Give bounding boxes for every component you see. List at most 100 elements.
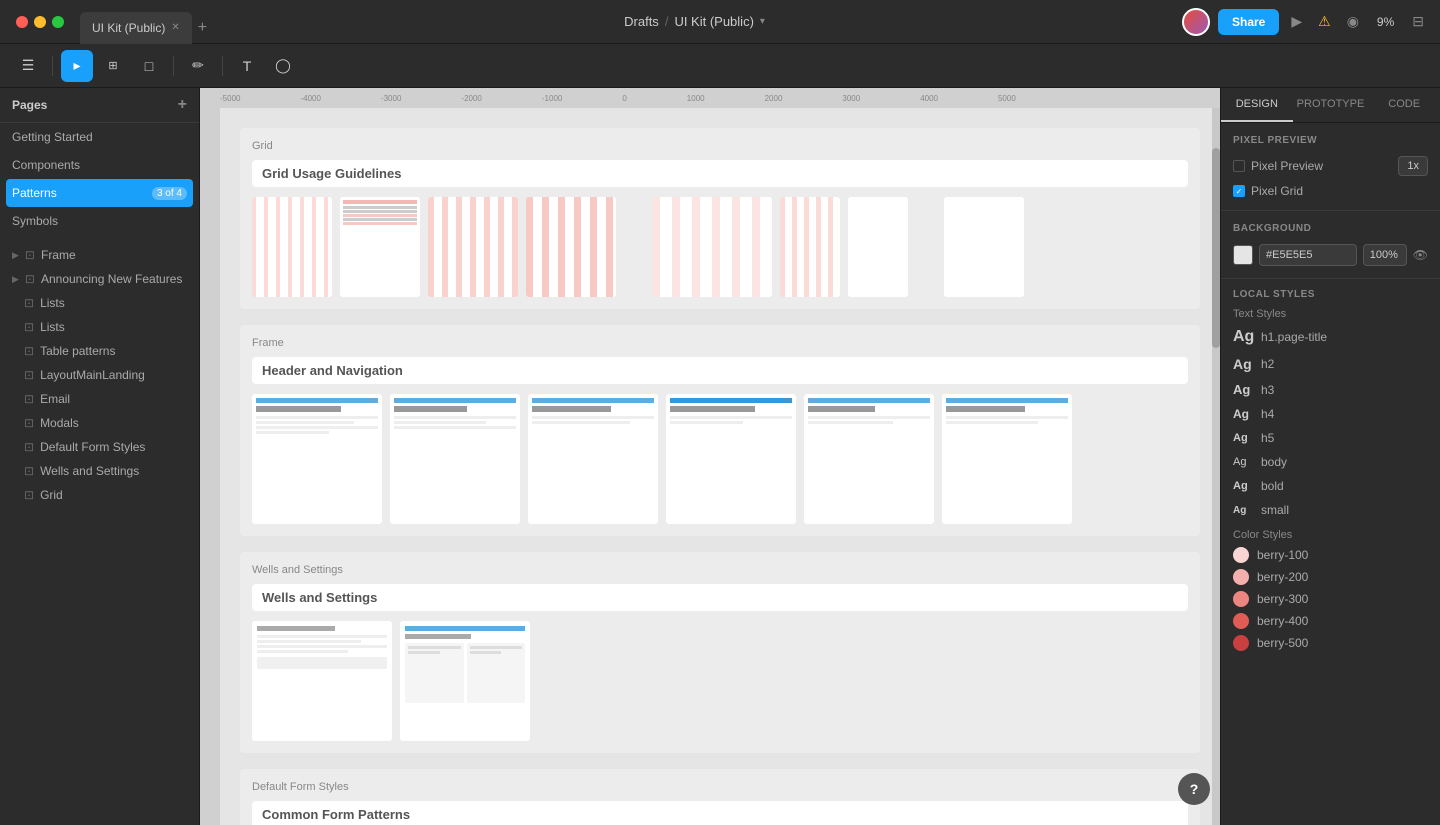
layer-item-layout[interactable]: ⊡ LayoutMainLanding — [0, 363, 199, 387]
layer-item-modals[interactable]: ⊡ Modals — [0, 411, 199, 435]
page-item-symbols[interactable]: Symbols — [0, 207, 199, 235]
new-tab-btn[interactable]: + — [198, 19, 207, 37]
color-swatch-berry-500 — [1233, 635, 1249, 651]
select-tool[interactable]: ▸ — [61, 50, 93, 82]
layers-list: ▶ ⊡ Frame ▶ ⊡ Announcing New Features ⊡ … — [0, 243, 199, 825]
breadcrumb-drafts[interactable]: Drafts — [624, 14, 659, 29]
breadcrumb-file[interactable]: UI Kit (Public) — [674, 14, 753, 29]
text-tool[interactable]: T — [231, 50, 263, 82]
text-style-sample-h1: Ag — [1233, 328, 1253, 346]
background-visibility-icon[interactable]: 👁 — [1413, 248, 1428, 262]
layer-item-forms[interactable]: ⊡ Default Form Styles — [0, 435, 199, 459]
background-color-swatch[interactable] — [1233, 245, 1253, 265]
frame-icon: ⊡ — [25, 248, 35, 262]
layer-item-wells[interactable]: ⊡ Wells and Settings — [0, 459, 199, 483]
frame-thumb-7[interactable] — [848, 197, 908, 297]
add-page-btn[interactable]: + — [178, 96, 187, 114]
layer-item-email[interactable]: ⊡ Email — [0, 387, 199, 411]
avatar[interactable] — [1182, 8, 1210, 36]
header-thumb-6[interactable] — [942, 394, 1072, 524]
grid-view-icon[interactable]: ⊟ — [1408, 9, 1428, 34]
wells-thumb-2[interactable] — [400, 621, 530, 741]
canvas-scroll-area[interactable]: grid Grid Usage Guidelines — [220, 108, 1220, 825]
page-item-components[interactable]: Components — [0, 151, 199, 179]
pen-tool[interactable]: ✏ — [182, 50, 214, 82]
layer-item-frame[interactable]: ▶ ⊡ Frame — [0, 243, 199, 267]
expand-icon-2: ▶ — [12, 274, 19, 285]
layer-label-announcing: Announcing New Features — [41, 272, 182, 286]
share-button[interactable]: Share — [1218, 9, 1279, 35]
frame-icon-4: ⊡ — [24, 320, 34, 334]
minimize-window-btn[interactable] — [34, 16, 46, 28]
text-style-h2[interactable]: Ag h2 — [1233, 354, 1428, 374]
frame-thumb-1[interactable] — [252, 197, 332, 297]
header-thumb-2[interactable] — [390, 394, 520, 524]
frame-thumb-3[interactable] — [428, 197, 518, 297]
color-style-berry-200[interactable]: berry-200 — [1233, 569, 1428, 585]
color-style-berry-400[interactable]: berry-400 — [1233, 613, 1428, 629]
frame-thumb-8[interactable] — [944, 197, 1024, 297]
canvas-area[interactable]: -5000 -4000 -3000 -2000 -1000 0 1000 200… — [200, 88, 1220, 825]
section-title-forms: Common Form Patterns — [252, 801, 1188, 825]
layer-item-grid[interactable]: ⊡ Grid — [0, 483, 199, 507]
page-item-getting-started[interactable]: Getting Started — [0, 123, 199, 151]
layer-item-announcing[interactable]: ▶ ⊡ Announcing New Features — [0, 267, 199, 291]
header-thumb-3[interactable] — [528, 394, 658, 524]
scrollbar-thumb[interactable] — [1212, 148, 1220, 348]
eye-icon[interactable]: ◉ — [1343, 9, 1363, 34]
chevron-down-icon[interactable]: ▾ — [760, 16, 765, 27]
text-style-bold[interactable]: Ag bold — [1233, 477, 1428, 495]
text-style-name-h2: h2 — [1261, 357, 1274, 371]
pixel-preview-checkbox[interactable] — [1233, 160, 1245, 172]
page-badge-patterns: 3 of 4 — [152, 187, 187, 200]
text-style-body[interactable]: Ag body — [1233, 453, 1428, 471]
color-style-berry-100[interactable]: berry-100 — [1233, 547, 1428, 563]
tab-design[interactable]: DESIGN — [1221, 88, 1293, 122]
page-item-patterns[interactable]: Patterns 3 of 4 — [6, 179, 193, 207]
tab-prototype[interactable]: PROTOTYPE — [1293, 88, 1369, 122]
text-style-h5[interactable]: Ag h5 — [1233, 429, 1428, 447]
pixel-grid-checkbox[interactable]: ✓ — [1233, 185, 1245, 197]
zoom-indicator[interactable]: 9% — [1371, 11, 1400, 33]
frame-thumb-6[interactable] — [780, 197, 840, 297]
text-style-sample-h5: Ag — [1233, 432, 1253, 444]
header-thumb-4[interactable] — [666, 394, 796, 524]
wells-thumb-1[interactable] — [252, 621, 392, 741]
comment-tool[interactable]: ◯ — [267, 50, 299, 82]
layer-label-lists-2: Lists — [40, 320, 65, 334]
layer-item-table[interactable]: ⊡ Table patterns — [0, 339, 199, 363]
background-opacity-input[interactable] — [1363, 244, 1407, 266]
color-style-berry-500[interactable]: berry-500 — [1233, 635, 1428, 651]
text-style-sample-h4: Ag — [1233, 407, 1253, 421]
text-style-small[interactable]: Ag small — [1233, 501, 1428, 519]
tab-close-icon[interactable]: ✕ — [171, 22, 179, 33]
layer-label-lists-1: Lists — [40, 296, 65, 310]
text-style-h3[interactable]: Ag h3 — [1233, 380, 1428, 399]
text-style-name-small: small — [1261, 503, 1289, 517]
frame-thumb-5[interactable] — [652, 197, 772, 297]
header-thumb-1[interactable] — [252, 394, 382, 524]
frame-tool[interactable]: ⊞ — [97, 50, 129, 82]
shape-tool[interactable]: □ — [133, 50, 165, 82]
menu-button[interactable]: ☰ — [12, 50, 44, 82]
pixel-scale-selector[interactable]: 1x — [1398, 156, 1428, 176]
maximize-window-btn[interactable] — [52, 16, 64, 28]
play-icon[interactable]: ▶ — [1287, 9, 1306, 34]
header-thumb-5[interactable] — [804, 394, 934, 524]
tab-code[interactable]: CODE — [1368, 88, 1440, 122]
color-style-berry-300[interactable]: berry-300 — [1233, 591, 1428, 607]
layer-item-lists-2[interactable]: ⊡ Lists — [0, 315, 199, 339]
background-color-input[interactable] — [1259, 244, 1357, 266]
text-style-sample-body: Ag — [1233, 456, 1253, 468]
text-style-h4[interactable]: Ag h4 — [1233, 405, 1428, 423]
help-button[interactable]: ? — [1178, 773, 1210, 805]
close-window-btn[interactable] — [16, 16, 28, 28]
layer-item-lists-1[interactable]: ⊡ Lists — [0, 291, 199, 315]
warning-icon[interactable]: ⚠ — [1314, 9, 1335, 34]
vertical-scrollbar[interactable] — [1212, 108, 1220, 825]
left-sidebar: Pages + Getting Started Components Patte… — [0, 88, 200, 825]
file-tab[interactable]: UI Kit (Public) ✕ — [80, 12, 192, 44]
text-style-h1[interactable]: Ag h1.page-title — [1233, 326, 1428, 348]
frame-thumb-2[interactable] — [340, 197, 420, 297]
frame-thumb-4[interactable] — [526, 197, 616, 297]
